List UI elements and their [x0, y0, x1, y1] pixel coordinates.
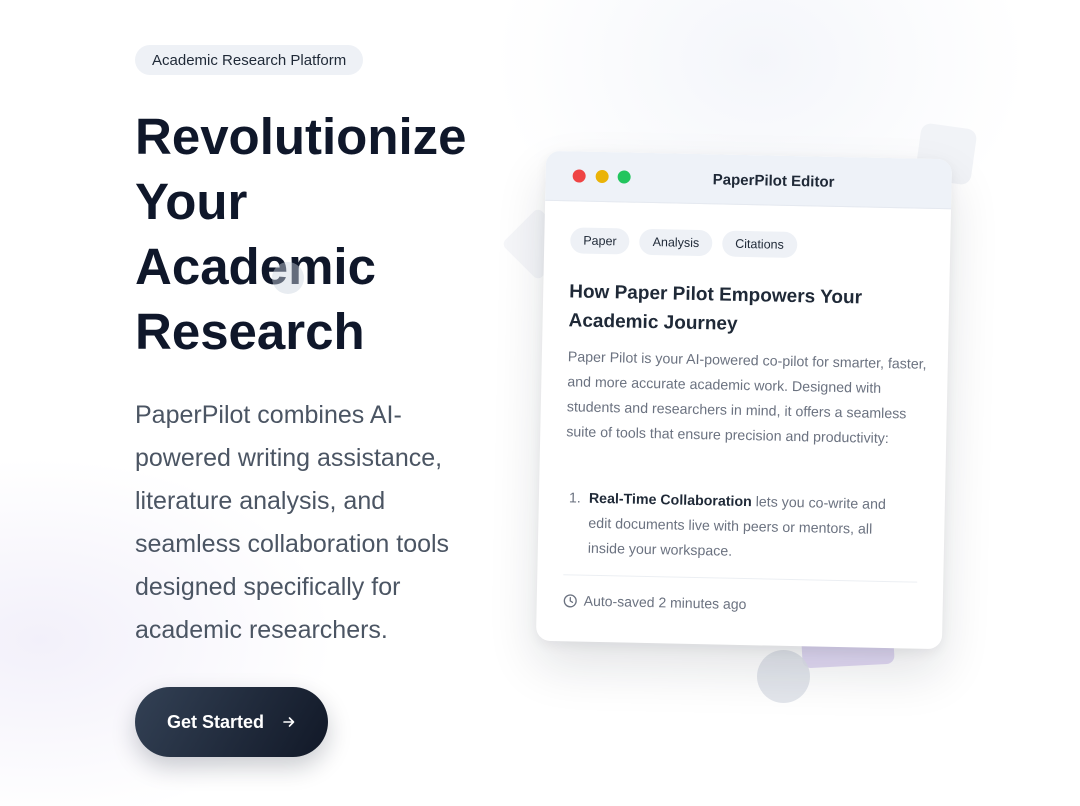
tag-citations[interactable]: Citations [721, 230, 798, 259]
headline-line: Your [135, 173, 248, 230]
divider [563, 574, 918, 583]
document-title: How Paper Pilot Empowers Your Academic J… [568, 281, 863, 335]
headline-line: Revolutionize [135, 108, 467, 165]
decorative-circle [757, 650, 810, 703]
document-body: Paper Pilot is your AI-powered co-pilot … [566, 349, 927, 448]
editor-tags: Paper Analysis Citations [570, 227, 798, 259]
list-item-strong: Real-Time Collaboration [588, 490, 752, 511]
platform-badge-label: Academic Research Platform [152, 51, 347, 69]
headline-line: Research [135, 303, 365, 360]
landing-page: Academic Research Platform Revolutionize… [0, 0, 1080, 806]
clock-icon [563, 593, 577, 607]
autosave-status: Auto-saved 2 minutes ago [563, 592, 747, 612]
list-item-number: 1. [568, 490, 581, 507]
platform-badge: Academic Research Platform [135, 45, 364, 75]
editor-window: PaperPilot Editor Paper Analysis Citatio… [535, 150, 953, 650]
tag-paper[interactable]: Paper [570, 227, 630, 255]
editor-window-title: PaperPilot Editor [712, 170, 835, 191]
decorative-circle-small [272, 262, 304, 294]
hero-headline: Revolutionize Your Academic Research [135, 104, 495, 364]
list-item: 1. Real-Time Collaboration lets you co-w… [568, 486, 909, 568]
list-item-text: Real-Time Collaboration lets you co-writ… [584, 487, 909, 569]
headline-line: Academic [135, 238, 376, 295]
hero-description: PaperPilot combines AI-powered writing a… [135, 401, 450, 644]
editor-titlebar: PaperPilot Editor [545, 150, 953, 210]
arrow-right-icon [283, 717, 295, 727]
autosave-status-text: Auto-saved 2 minutes ago [583, 592, 747, 613]
get-started-button[interactable]: Get Started [135, 687, 328, 757]
get-started-label: Get Started [166, 711, 265, 732]
tag-analysis[interactable]: Analysis [639, 228, 713, 257]
